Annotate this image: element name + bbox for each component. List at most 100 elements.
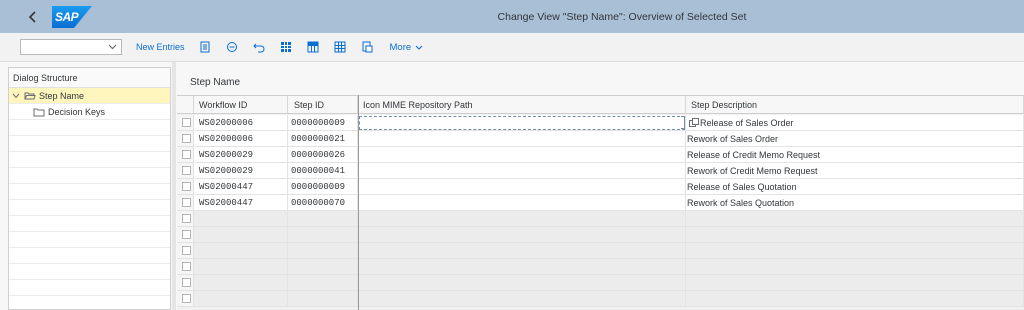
tree-item-step-name[interactable]: Step Name: [9, 88, 170, 104]
icon-path-cell[interactable]: [358, 115, 686, 131]
column-header-icon-path[interactable]: Icon MIME Repository Path: [358, 96, 686, 114]
empty-cell[interactable]: [686, 259, 1024, 275]
row-selector[interactable]: [177, 163, 194, 179]
select-all-icon[interactable]: [279, 40, 293, 54]
value-help-icon[interactable]: [689, 118, 699, 128]
step-description-cell[interactable]: Rework of Sales Quotation: [686, 195, 1024, 211]
workflow-id-cell[interactable]: WS02000029: [194, 163, 288, 179]
row-checkbox[interactable]: [182, 182, 191, 191]
empty-cell[interactable]: [358, 291, 686, 307]
row-selector[interactable]: [177, 211, 194, 227]
undo-icon[interactable]: [252, 40, 266, 54]
column-header-step-description[interactable]: Step Description: [686, 96, 1024, 114]
row-selector[interactable]: [177, 243, 194, 259]
row-selector[interactable]: [177, 147, 194, 163]
empty-cell[interactable]: [358, 243, 686, 259]
empty-cell[interactable]: [194, 275, 288, 291]
empty-cell[interactable]: [194, 243, 288, 259]
step-id-cell[interactable]: 0000000009: [288, 115, 358, 131]
step-id-cell[interactable]: 0000000021: [288, 131, 358, 147]
row-checkbox[interactable]: [182, 246, 191, 255]
empty-cell[interactable]: [686, 291, 1024, 307]
empty-cell[interactable]: [358, 227, 686, 243]
row-checkbox[interactable]: [182, 166, 191, 175]
empty-cell[interactable]: [686, 227, 1024, 243]
icon-path-cell[interactable]: [358, 147, 686, 163]
empty-cell[interactable]: [686, 275, 1024, 291]
table-row: WS02000029 0000000041 Rework of Credit Mem…: [177, 163, 1024, 179]
step-id-cell[interactable]: 0000000041: [288, 163, 358, 179]
empty-cell[interactable]: [358, 211, 686, 227]
step-description-cell[interactable]: Release of Sales Quotation: [686, 179, 1024, 195]
step-description-cell-text: Release of Credit Memo Request: [687, 149, 821, 160]
empty-cell[interactable]: [686, 211, 1024, 227]
empty-cell[interactable]: [194, 291, 288, 307]
row-selector[interactable]: [177, 259, 194, 275]
empty-cell[interactable]: [288, 243, 358, 259]
row-checkbox[interactable]: [182, 134, 191, 143]
empty-cell[interactable]: [288, 211, 358, 227]
row-selector[interactable]: [177, 227, 194, 243]
command-field[interactable]: [20, 39, 122, 55]
empty-cell[interactable]: [194, 259, 288, 275]
empty-cell[interactable]: [686, 243, 1024, 259]
tree-item-decision-keys[interactable]: Decision Keys: [9, 104, 170, 120]
column-header-workflow-id[interactable]: Workflow ID: [194, 96, 288, 114]
select-block-icon[interactable]: [306, 40, 320, 54]
row-checkbox[interactable]: [182, 198, 191, 207]
icon-path-cell[interactable]: [358, 195, 686, 211]
empty-cell[interactable]: [358, 275, 686, 291]
row-checkbox[interactable]: [182, 150, 191, 159]
deselect-all-icon[interactable]: [333, 40, 347, 54]
splitter[interactable]: [172, 62, 176, 310]
folder-icon: [33, 108, 45, 116]
empty-cell[interactable]: [194, 227, 288, 243]
print-icon[interactable]: [360, 40, 374, 54]
delete-icon[interactable]: [225, 40, 239, 54]
empty-cell[interactable]: [288, 227, 358, 243]
step-id-cell[interactable]: 0000000026: [288, 147, 358, 163]
row-selector[interactable]: [177, 131, 194, 147]
empty-cell[interactable]: [358, 259, 686, 275]
empty-cell[interactable]: [288, 291, 358, 307]
step-id-cell[interactable]: 0000000009: [288, 179, 358, 195]
sap-logo-text: SAP: [55, 9, 79, 24]
workflow-id-cell-text: WS02000447: [199, 197, 254, 208]
empty-cell[interactable]: [288, 259, 358, 275]
row-selector[interactable]: [177, 179, 194, 195]
row-selector[interactable]: [177, 115, 194, 131]
workflow-id-cell[interactable]: WS02000447: [194, 179, 288, 195]
workflow-id-cell[interactable]: WS02000006: [194, 131, 288, 147]
icon-path-cell[interactable]: [358, 131, 686, 147]
row-checkbox[interactable]: [182, 230, 191, 239]
workflow-id-cell[interactable]: WS02000447: [194, 195, 288, 211]
step-description-cell[interactable]: Rework of Credit Memo Request: [686, 163, 1024, 179]
icon-path-cell[interactable]: [358, 179, 686, 195]
select-all-header[interactable]: [177, 96, 194, 114]
column-header-step-id[interactable]: Step ID: [288, 96, 358, 114]
more-button[interactable]: More: [390, 42, 424, 53]
row-selector[interactable]: [177, 195, 194, 211]
row-selector[interactable]: [177, 275, 194, 291]
new-entries-button[interactable]: New Entries: [136, 42, 185, 52]
details-icon[interactable]: [198, 40, 212, 54]
row-checkbox[interactable]: [182, 118, 191, 127]
step-description-cell[interactable]: Rework of Sales Order: [686, 131, 1024, 147]
row-selector[interactable]: [177, 291, 194, 307]
empty-cell[interactable]: [194, 211, 288, 227]
row-checkbox[interactable]: [182, 262, 191, 271]
table-row: [177, 275, 1024, 291]
workflow-id-cell[interactable]: WS02000029: [194, 147, 288, 163]
row-checkbox[interactable]: [182, 214, 191, 223]
icon-path-cell[interactable]: [358, 163, 686, 179]
workflow-id-cell[interactable]: WS02000006: [194, 115, 288, 131]
back-button[interactable]: [22, 6, 44, 28]
step-description-cell[interactable]: Release of Sales Order: [686, 115, 1024, 131]
step-description-cell[interactable]: Release of Credit Memo Request: [686, 147, 1024, 163]
step-id-cell[interactable]: 0000000070: [288, 195, 358, 211]
empty-cell[interactable]: [288, 275, 358, 291]
row-checkbox[interactable]: [182, 294, 191, 303]
shell-bar: SAP Change View "Step Name": Overview of…: [0, 0, 1024, 33]
row-checkbox[interactable]: [182, 278, 191, 287]
chevron-down-icon[interactable]: [12, 93, 22, 99]
